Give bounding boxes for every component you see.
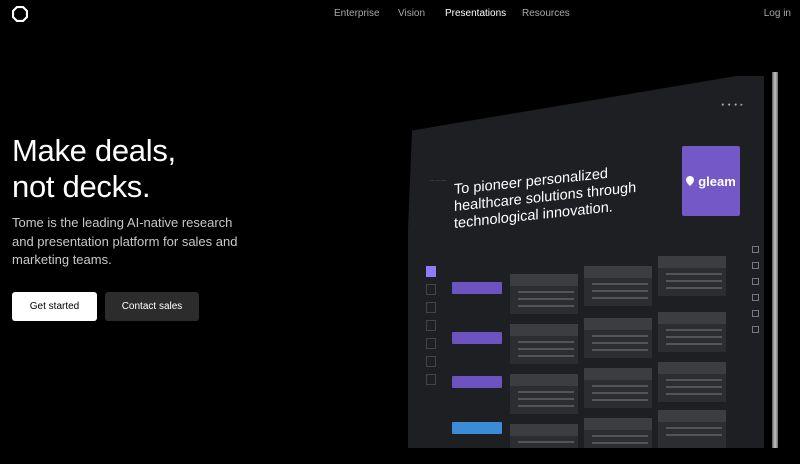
mockup-tool-rail: [752, 246, 760, 366]
headline-line-1: Make deals,: [12, 133, 176, 168]
mockup-toolbar-icons: ● ● ● ▸: [721, 102, 744, 108]
tool-icon[interactable]: [752, 246, 759, 253]
device-frame: [772, 72, 778, 448]
content-card: [510, 324, 578, 364]
mockup-screen: ● ● ● ▸ — — — gleam To pioneer personali…: [408, 76, 764, 448]
slide-thumbnail[interactable]: [426, 356, 436, 367]
slide-thumbnail[interactable]: [426, 374, 436, 385]
tool-icon[interactable]: [752, 326, 759, 333]
tool-icon[interactable]: [752, 262, 759, 269]
row-chip: [452, 376, 502, 388]
content-card: [510, 424, 578, 448]
nav-resources[interactable]: Resources: [522, 8, 570, 19]
product-mockup: ● ● ● ▸ — — — gleam To pioneer personali…: [399, 70, 786, 448]
slide-title: To pioneer personalized healthcare solut…: [454, 165, 637, 232]
slide-thumbnail[interactable]: [426, 302, 436, 313]
nav-vision[interactable]: Vision: [398, 8, 425, 19]
login-link[interactable]: Log in: [764, 8, 791, 19]
nav-enterprise[interactable]: Enterprise: [334, 8, 380, 19]
tool-icon[interactable]: [752, 310, 759, 317]
content-card: [658, 362, 726, 402]
slide-thumbnail-rail: [426, 266, 436, 426]
content-card: [510, 374, 578, 414]
content-card: [584, 318, 652, 358]
content-card: [658, 312, 726, 352]
hero-headline: Make deals, not decks.: [12, 133, 272, 205]
slide-thumbnail[interactable]: [426, 266, 436, 277]
pin-icon: [686, 176, 695, 186]
tool-icon[interactable]: [752, 278, 759, 285]
slide-thumbnail[interactable]: [426, 284, 436, 295]
row-chip: [452, 282, 502, 294]
content-card: [658, 410, 726, 448]
get-started-button[interactable]: Get started: [12, 292, 97, 321]
row-chip: [452, 422, 502, 434]
content-card: [584, 368, 652, 408]
content-card: [510, 274, 578, 314]
row-chip: [452, 332, 502, 344]
slide-thumbnail[interactable]: [426, 320, 436, 331]
brand-name: gleam: [698, 173, 736, 189]
content-card: [584, 266, 652, 306]
tool-icon[interactable]: [752, 294, 759, 301]
brand-card: gleam: [682, 146, 740, 216]
top-nav: Enterprise Vision Presentations Resource…: [0, 8, 800, 22]
headline-line-2: not decks.: [12, 169, 151, 204]
content-card: [658, 256, 726, 296]
mockup-breadcrumb: — — —: [430, 178, 447, 183]
nav-presentations[interactable]: Presentations: [445, 8, 506, 19]
content-card: [584, 418, 652, 448]
contact-sales-button[interactable]: Contact sales: [105, 292, 199, 321]
hero-subtext: Tome is the leading AI-native research a…: [12, 215, 238, 267]
slide-thumbnail[interactable]: [426, 338, 436, 349]
